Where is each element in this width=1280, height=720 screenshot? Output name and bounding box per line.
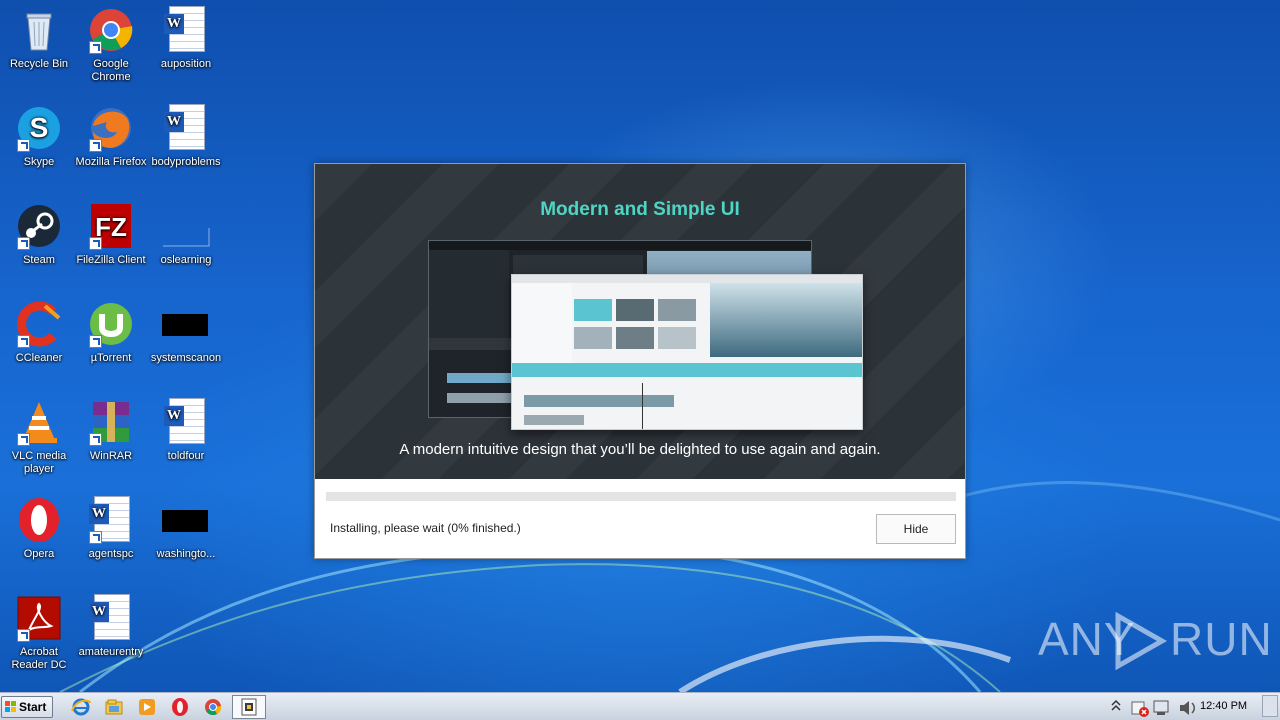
desktop-icon-acrobat[interactable]: Acrobat Reader DC	[0, 594, 78, 672]
hide-button[interactable]: Hide	[876, 514, 956, 544]
desktop-icon-toldfour[interactable]: W toldfour	[147, 398, 225, 463]
media-player-icon[interactable]	[136, 697, 158, 717]
winrar-icon	[87, 398, 135, 446]
desktop-icon-opera[interactable]: Opera	[0, 496, 78, 561]
desktop-icon-oslearning[interactable]: oslearning	[147, 202, 225, 267]
word-document-icon: W	[162, 104, 210, 152]
desktop-icon-chrome[interactable]: Google Chrome	[72, 6, 150, 84]
vlc-icon	[15, 398, 63, 446]
installer-icon	[241, 698, 257, 716]
taskbar-clock[interactable]: 12:40 PM	[1200, 700, 1247, 712]
desktop: Recycle Bin S Skype Steam CCleaner VLC m…	[0, 0, 1280, 692]
desktop-icon-steam[interactable]: Steam	[0, 202, 78, 267]
taskbar: Start 12:40 PM	[0, 692, 1280, 720]
word-document-icon: W	[162, 398, 210, 446]
desktop-icon-filezilla[interactable]: FZ FileZilla Client	[72, 202, 150, 267]
desktop-icon-vlc[interactable]: VLC media player	[0, 398, 78, 476]
filezilla-icon: FZ	[87, 202, 135, 250]
steam-icon	[15, 202, 63, 250]
installer-window: Modern and Simple UI A modern intuitive …	[314, 163, 966, 559]
utorrent-icon	[87, 300, 135, 348]
recycle-bin-icon	[15, 6, 63, 54]
firefox-icon	[87, 104, 135, 152]
word-document-icon: W	[162, 6, 210, 54]
play-icon	[1115, 612, 1168, 670]
opera-icon	[15, 496, 63, 544]
taskbar-installer-button[interactable]	[232, 695, 266, 719]
desktop-icon-recycle-bin[interactable]: Recycle Bin	[0, 6, 78, 71]
installer-banner: Modern and Simple UI A modern intuitive …	[315, 164, 965, 479]
banner-subtitle: A modern intuitive design that you’ll be…	[399, 441, 881, 458]
internet-explorer-icon[interactable]	[70, 697, 92, 717]
install-progress-bar	[326, 492, 956, 501]
desktop-icon-skype[interactable]: S Skype	[0, 104, 78, 169]
ccleaner-icon	[15, 300, 63, 348]
black-image-icon	[162, 300, 210, 348]
chrome-icon[interactable]	[202, 697, 224, 717]
windows-flag-icon	[5, 701, 16, 712]
svg-text:S: S	[30, 112, 49, 143]
desktop-icon-washington[interactable]: washingto...	[147, 496, 225, 561]
banner-title: Modern and Simple UI	[540, 199, 740, 220]
start-button[interactable]: Start	[1, 696, 53, 718]
desktop-icon-ccleaner[interactable]: CCleaner	[0, 300, 78, 365]
acrobat-icon	[15, 594, 63, 642]
opera-icon[interactable]	[169, 697, 191, 717]
desktop-icon-winrar[interactable]: WinRAR	[72, 398, 150, 463]
blank-file-icon	[162, 202, 210, 250]
install-status-text: Installing, please wait (0% finished.)	[330, 521, 521, 535]
watermark-text-right: RUN	[1170, 613, 1273, 665]
desktop-icon-bodyproblems[interactable]: W bodyproblems	[147, 104, 225, 169]
light-theme-screenshot	[511, 274, 863, 430]
word-document-icon: W	[87, 594, 135, 642]
desktop-icon-systemscanon[interactable]: systemscanon	[147, 300, 225, 365]
explorer-icon[interactable]	[103, 697, 125, 717]
desktop-icon-amateurentry[interactable]: W amateurentry	[72, 594, 150, 659]
desktop-icon-agentspc[interactable]: W agentspc	[72, 496, 150, 561]
desktop-icon-utorrent[interactable]: µTorrent	[72, 300, 150, 365]
start-label: Start	[19, 700, 47, 714]
desktop-icon-firefox[interactable]: Mozilla Firefox	[72, 104, 150, 169]
desktop-icon-auposition[interactable]: W auposition	[147, 6, 225, 71]
word-document-icon: W	[87, 496, 135, 544]
chrome-icon	[87, 6, 135, 54]
system-tray	[1111, 699, 1195, 717]
skype-icon: S	[15, 104, 63, 152]
show-desktop-button[interactable]	[1262, 695, 1278, 717]
black-image-icon	[162, 496, 210, 544]
